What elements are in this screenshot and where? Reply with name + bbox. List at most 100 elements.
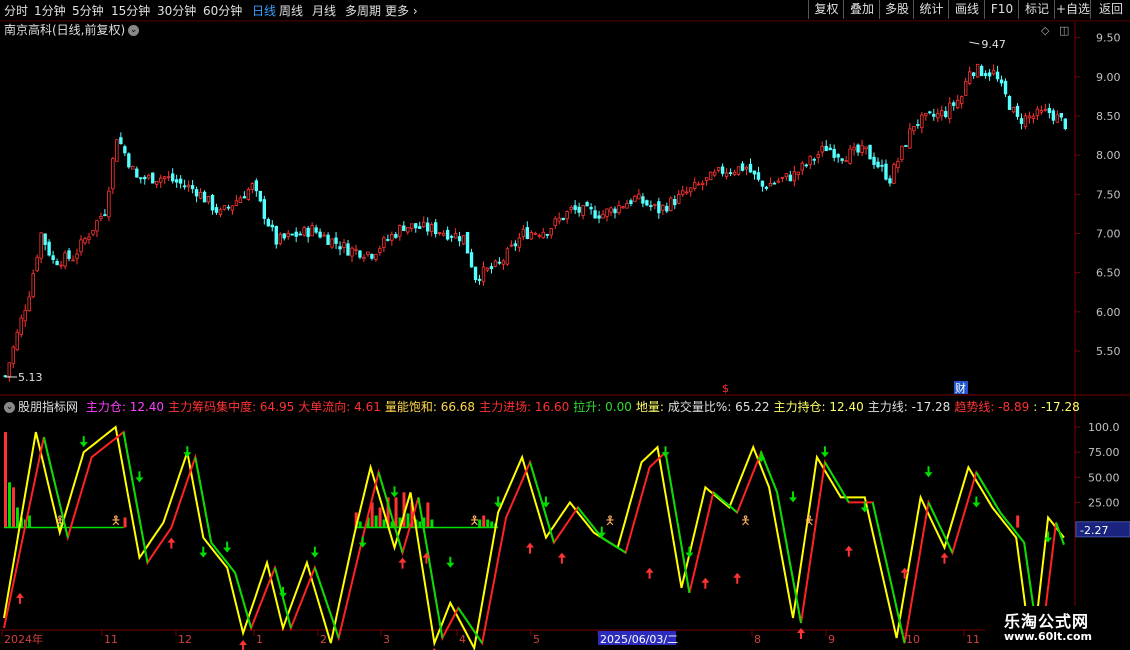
low-price-label: 5.13 bbox=[18, 371, 43, 384]
date-tick-label: 12 bbox=[178, 633, 192, 646]
date-tick-label: 11 bbox=[104, 633, 118, 646]
candle-body bbox=[920, 114, 924, 129]
candle-body bbox=[378, 248, 382, 253]
candle-body bbox=[928, 111, 932, 114]
current-value-badge: -2.27 bbox=[1080, 524, 1108, 537]
indicator-tick-label: 50.00 bbox=[1088, 471, 1120, 484]
candle-body bbox=[665, 205, 669, 212]
candle-body bbox=[318, 231, 322, 238]
volume-bar-green bbox=[430, 519, 434, 528]
candle-body bbox=[545, 233, 549, 236]
candle-body bbox=[214, 207, 219, 213]
candle-body bbox=[202, 191, 207, 203]
candle-body bbox=[298, 233, 302, 236]
candle-body bbox=[226, 206, 231, 209]
indicator-field-0: 主力仓: 12.40 bbox=[85, 400, 165, 414]
candle-body bbox=[505, 248, 510, 265]
buy-arrow-icon bbox=[557, 552, 566, 564]
candle-body bbox=[274, 225, 278, 245]
sell-arrow-icon bbox=[685, 546, 694, 558]
buy-arrow-icon bbox=[167, 537, 176, 549]
candle-body bbox=[828, 147, 832, 151]
candle-body bbox=[529, 232, 534, 240]
candle-body bbox=[394, 234, 398, 238]
candle-body bbox=[549, 228, 553, 236]
volume-bar-green bbox=[27, 515, 31, 528]
indicator-field-1: 主力筹码集中度: 64.95 bbox=[168, 400, 295, 414]
candle-body bbox=[960, 96, 964, 104]
candle-body bbox=[362, 256, 366, 260]
price-tick-label: 9.00 bbox=[1096, 71, 1121, 84]
candle-body bbox=[892, 164, 896, 184]
candle-body bbox=[609, 207, 613, 213]
chart-canvas: 5.50 6.00 6.50 7.00 7.50 8.00 8.50 9.00 9.50 ◇ ◫ 🯅… bbox=[0, 20, 1130, 650]
candle-body bbox=[804, 164, 808, 167]
candle-body bbox=[238, 197, 243, 203]
candle-body bbox=[856, 144, 860, 153]
candle-body bbox=[900, 145, 904, 160]
indicator-tick-label: 25.00 bbox=[1088, 496, 1120, 509]
indicator-field-2: 大单流向: 4.61 bbox=[298, 400, 381, 414]
candle-body bbox=[844, 160, 848, 163]
candle-body bbox=[39, 232, 43, 259]
candle-body bbox=[888, 178, 892, 184]
indicator-down-segment bbox=[776, 492, 802, 624]
candle-body bbox=[27, 296, 31, 312]
candle-body bbox=[629, 200, 633, 205]
candle-body bbox=[374, 254, 378, 260]
high-price-label: 9.47 bbox=[981, 38, 1006, 51]
candle-body bbox=[410, 223, 414, 229]
candle-body bbox=[916, 124, 920, 126]
candle-body bbox=[91, 230, 95, 235]
candle-body bbox=[696, 183, 701, 186]
candle-body bbox=[441, 232, 446, 236]
candle-body bbox=[326, 234, 330, 245]
price-tick-label: 6.00 bbox=[1096, 306, 1121, 319]
price-tick-label: 9.50 bbox=[1096, 32, 1121, 45]
indicator-name: 股朋指标网 bbox=[18, 400, 79, 414]
high-pointer bbox=[969, 41, 980, 45]
event-badge: 财 bbox=[955, 381, 966, 395]
date-tick-label: 2 bbox=[320, 633, 327, 646]
candle-body bbox=[597, 215, 601, 219]
indicator-down-segment bbox=[975, 471, 1002, 514]
volume-bar-red bbox=[426, 502, 430, 528]
candle-body bbox=[493, 260, 498, 267]
candle-body bbox=[573, 205, 577, 210]
price-markers: 9.47 5.13 $ 财 bbox=[6, 38, 1006, 395]
indicator-tick-label: 100.0 bbox=[1088, 421, 1120, 434]
candle-body bbox=[501, 260, 506, 265]
candle-body bbox=[760, 180, 765, 187]
candle-body bbox=[481, 266, 486, 283]
volume-bar-red bbox=[482, 515, 486, 528]
candle-body bbox=[278, 233, 282, 244]
chevron-down-icon[interactable]: ⌄ bbox=[4, 402, 15, 413]
candle-body bbox=[55, 260, 59, 266]
candle-body bbox=[689, 187, 693, 193]
candle-body bbox=[1055, 114, 1060, 123]
candle-body bbox=[553, 218, 557, 227]
candle-body bbox=[242, 196, 247, 199]
indicator-down-segment bbox=[871, 502, 906, 644]
candle-body bbox=[876, 161, 880, 168]
candle-body bbox=[75, 253, 79, 259]
candle-body bbox=[657, 201, 661, 214]
candle-body bbox=[497, 261, 502, 264]
candle-body bbox=[131, 166, 135, 170]
indicator-field-4: 主力进场: 16.60 bbox=[479, 400, 570, 414]
candle-body bbox=[509, 244, 514, 247]
candle-body bbox=[625, 203, 629, 209]
sell-arrow-icon bbox=[199, 546, 208, 558]
candle-body bbox=[119, 137, 123, 145]
candle-body bbox=[346, 243, 350, 256]
candle-body bbox=[840, 158, 844, 161]
candle-body bbox=[936, 112, 940, 119]
candle-body bbox=[661, 204, 665, 211]
candle-body bbox=[780, 176, 785, 179]
candle-body bbox=[190, 185, 195, 190]
price-tick-label: 7.00 bbox=[1096, 228, 1121, 241]
candle-body bbox=[979, 65, 984, 77]
candle-body bbox=[314, 227, 318, 233]
candle-body bbox=[15, 331, 19, 351]
candle-body bbox=[63, 252, 67, 267]
